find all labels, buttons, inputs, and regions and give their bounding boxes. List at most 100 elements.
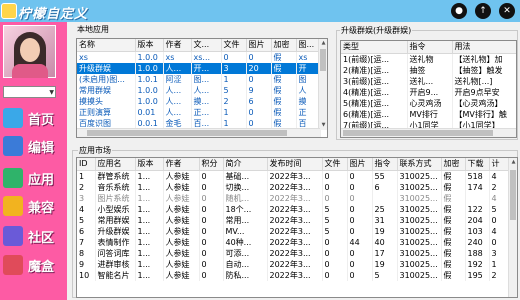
table-row[interactable]: 3 图片系统 1... 人参娃 0 随机... 2022年3... 0 0 310025... 假 4 <box>77 192 511 204</box>
table-row[interactable]: 正则演算 0.01 人... 正... 1 0 假正 <box>77 106 321 118</box>
local-apps-vscroll[interactable]: ▲ ▼ <box>318 39 327 130</box>
market-table[interactable]: ID 应用名 版本 作者 积分 简介 发布时间 文件 图片 指令 联系方式 加密 下载计 1 群管系统 1..… <box>76 157 518 298</box>
table-cell: 开... <box>191 62 222 74</box>
table-cell: 6 <box>372 181 398 193</box>
upload-icon[interactable]: ↑ <box>475 3 491 19</box>
column-header[interactable]: 加密 <box>441 158 466 171</box>
table-row[interactable]: 百度识图 0.0.1 金毛 百... 1 0 假百 <box>77 117 321 129</box>
table-cell: 0 <box>322 269 348 281</box>
sidebar-item-4[interactable]: 社区 <box>2 224 66 248</box>
sidebar-item-0[interactable]: 首页 <box>2 106 66 130</box>
table-row[interactable]: 2(精准)[运... 抽签 【抽签】触发 <box>341 64 516 76</box>
column-header[interactable]: 名称 <box>77 39 136 52</box>
column-header[interactable]: 作者 <box>163 39 192 52</box>
table-cell: 2022年3... <box>267 192 323 204</box>
column-header[interactable]: 应用名 <box>95 158 136 171</box>
table-row[interactable]: 7 表情制作 1... 人参娃 0 40种... 2022年3... 0 44 40 310025.… <box>77 236 511 248</box>
local-apps-table[interactable]: 名称 版本 作者 文... 文件 图片 加密 图... xs 1.0.0 xs xs... 0 0 假 xs 升… <box>76 38 328 138</box>
table-cell: 2 <box>489 181 511 193</box>
table-row[interactable]: 4(精准)[运... 开启9... 开启9点早安 <box>341 86 516 98</box>
column-header[interactable]: 用法 <box>452 41 516 54</box>
table-row[interactable]: 8 问答词库 1... 人参娃 0 可添... 2022年3... 0 0 17 310025...… <box>77 247 511 259</box>
column-header[interactable]: 版本 <box>135 39 164 52</box>
market-vscroll[interactable]: ▲ <box>508 158 517 297</box>
table-row[interactable]: 9 进群审核 1... 人参娃 0 自动... 2022年3... 0 0 19 310025...… <box>77 258 511 270</box>
table-cell: 6 <box>77 225 96 237</box>
table-cell: 44 <box>347 236 373 248</box>
column-header[interactable]: 指令 <box>407 41 453 54</box>
table-cell: 1 <box>221 106 247 118</box>
column-header[interactable]: 文件 <box>221 39 247 52</box>
table-cell: 正 <box>296 106 321 118</box>
upgrade-hscroll[interactable] <box>341 128 516 137</box>
column-header[interactable]: 加密 <box>271 39 297 52</box>
table-cell: 0 <box>221 51 247 63</box>
table-cell: 518 <box>465 170 490 182</box>
table-cell: 40 <box>372 236 398 248</box>
column-header[interactable]: 指令 <box>372 158 398 171</box>
table-row[interactable]: 3(前缀)[运... 送礼... 送礼物[...] <box>341 75 516 87</box>
column-header[interactable]: 积分 <box>199 158 224 171</box>
table-row[interactable]: 2 音乐系统 1... 人参娃 0 切换... 2022年3... 0 0 6 310025... 假… <box>77 181 511 193</box>
table-cell: 0 <box>246 73 272 85</box>
table-cell: 1... <box>135 203 164 215</box>
table-row[interactable]: 摸摸头 1.0.0 人... 摸... 2 6 假摸 <box>77 95 321 107</box>
table-cell: 17 <box>372 247 398 259</box>
table-row[interactable]: 6 升级群娱 1... 人参娃 0 MV... 2022年3... 5 0 19 310025...… <box>77 225 511 237</box>
table-cell: 2022年3... <box>267 181 323 193</box>
table-row[interactable]: 4 小型娱乐 1... 人参娃 0 18个... 2022年3... 5 0 25 310025..… <box>77 203 511 215</box>
table-cell: 送礼物[...] <box>452 75 516 87</box>
column-header[interactable]: 联系方式 <box>397 158 442 171</box>
column-header[interactable]: 计 <box>489 158 511 171</box>
account-select[interactable]: ▼ <box>3 86 56 98</box>
settings-icon[interactable]: ● <box>451 3 467 19</box>
table-cell: 百度识图 <box>77 117 136 129</box>
table-cell: 图 <box>296 73 321 85</box>
column-header[interactable]: 版本 <box>135 158 164 171</box>
column-header[interactable]: ID <box>77 158 96 171</box>
column-header[interactable]: 作者 <box>163 158 200 171</box>
table-row[interactable]: xs 1.0.0 xs xs... 0 0 假 xs <box>77 51 321 63</box>
table-cell: 40种... <box>223 236 268 248</box>
table-cell: 假 <box>441 247 466 259</box>
table-cell: 310025... <box>397 192 442 204</box>
table-cell: 音乐系统 <box>95 181 136 193</box>
table-row[interactable]: 1(前缀)[运... 送礼物 【送礼物】加 <box>341 53 516 65</box>
close-icon[interactable]: ✕ <box>499 3 515 19</box>
table-cell: 310025... <box>397 236 442 248</box>
column-header[interactable]: 图片 <box>347 158 373 171</box>
column-header[interactable]: 文件 <box>322 158 348 171</box>
table-cell: 图片系统 <box>95 192 136 204</box>
sidebar-item-3[interactable]: 兼容 <box>2 194 66 218</box>
table-row[interactable]: 6(精准)[运... MV排行 【MV排行】触 <box>341 108 516 120</box>
table-cell: xs <box>77 51 136 63</box>
column-header[interactable]: 简介 <box>223 158 268 171</box>
table-cell: 1 <box>221 73 247 85</box>
local-apps-hscroll[interactable] <box>77 128 320 137</box>
table-row[interactable]: 5(精准)[运... 心灵鸡汤 【心灵鸡汤】 <box>341 97 516 109</box>
table-row[interactable]: 10 智能名片 1... 人参娃 0 防私... 2022年3... 0 0 5 310025...… <box>77 269 511 281</box>
table-row[interactable]: 常用群娱 1.0.0 人... 人... 5 9 假人 <box>77 84 321 96</box>
column-header[interactable]: 发布时间 <box>267 158 323 171</box>
avatar[interactable] <box>3 25 56 78</box>
table-cell: (未启用)图... <box>77 73 136 85</box>
table-row[interactable]: 1 群管系统 1... 人参娃 0 基础... 2022年3... 0 0 55 310025...… <box>77 170 511 182</box>
column-header[interactable]: 图... <box>296 39 321 52</box>
table-cell: 0 <box>246 51 272 63</box>
column-header[interactable]: 文... <box>191 39 222 52</box>
column-header[interactable]: 类型 <box>341 41 408 54</box>
column-header[interactable]: 图片 <box>246 39 272 52</box>
table-cell: 0 <box>347 170 373 182</box>
upgrade-table[interactable]: 类型 指令 用法 1(前缀)[运... 送礼物 【送礼物】加 2(精准)[运... 抽签 【抽签… <box>340 40 517 138</box>
table-row[interactable]: 5 常用群娱 1... 人参娃 0 常用... 2022年3... 5 0 31 310025...… <box>77 214 511 226</box>
sidebar-item-1[interactable]: 编辑 <box>2 134 66 158</box>
table-row[interactable]: (未启用)图... 1.0.1 阿涩 图... 1 0 假图 <box>77 73 321 85</box>
table-row[interactable]: 升级群娱 1.0.0 人... 开... 3 20 假开 <box>77 62 321 74</box>
table-cell: 0 <box>347 181 373 193</box>
table-cell: 防私... <box>223 269 268 281</box>
sidebar-item-2[interactable]: 应用 <box>2 166 66 190</box>
table-cell: 0 <box>322 181 348 193</box>
column-header[interactable]: 下载 <box>465 158 490 171</box>
sidebar-item-5[interactable]: 魔盒 <box>2 253 66 277</box>
table-cell: 6(精准)[运... <box>341 108 408 120</box>
